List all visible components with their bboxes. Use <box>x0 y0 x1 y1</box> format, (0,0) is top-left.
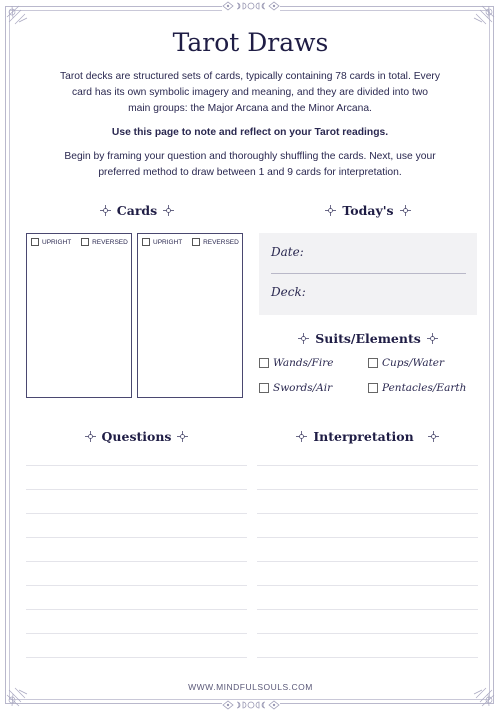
reversed-checkbox[interactable]: REVERSED <box>81 238 128 246</box>
todays-heading: Today's <box>259 203 477 218</box>
suit-checkbox-wands[interactable]: Wands/Fire <box>259 357 333 369</box>
sparkle-icon <box>296 431 308 442</box>
sparkle-icon <box>426 333 438 344</box>
writing-line[interactable] <box>257 537 478 538</box>
sparkle-icon <box>99 205 111 216</box>
interpretation-heading: Interpretation <box>257 429 478 444</box>
writing-line[interactable] <box>26 657 247 658</box>
writing-line[interactable] <box>257 657 478 658</box>
intro-paragraph: Begin by framing your question and thoro… <box>64 151 436 178</box>
sparkle-icon <box>163 205 175 216</box>
writing-line[interactable] <box>26 513 247 514</box>
writing-line[interactable] <box>26 633 247 634</box>
writing-line[interactable] <box>257 561 478 562</box>
moon-phases-ornament-top <box>222 1 280 11</box>
deck-field[interactable]: Deck: <box>271 285 306 299</box>
writing-line[interactable] <box>257 633 478 634</box>
writing-line[interactable] <box>257 609 478 610</box>
upright-checkbox[interactable]: UPRIGHT <box>142 238 182 246</box>
card-slot[interactable]: UPRIGHT REVERSED <box>26 233 132 398</box>
sparkle-icon <box>298 333 310 344</box>
writing-line[interactable] <box>26 537 247 538</box>
footer-url: WWW.MINDFULSOULS.COM <box>188 682 313 692</box>
divider <box>271 273 466 274</box>
writing-line[interactable] <box>257 585 478 586</box>
writing-line[interactable] <box>26 489 247 490</box>
writing-line[interactable] <box>257 513 478 514</box>
suits-heading: Suits/Elements <box>259 331 477 346</box>
writing-line[interactable] <box>26 465 247 466</box>
sparkle-icon <box>177 431 189 442</box>
sparkle-icon <box>427 431 439 442</box>
intro-paragraph: Tarot decks are structured sets of cards… <box>60 71 441 114</box>
todays-info-box: Date: Deck: <box>259 233 477 315</box>
writing-line[interactable] <box>257 465 478 466</box>
writing-line[interactable] <box>26 609 247 610</box>
page-title: Tarot Draws <box>172 28 329 57</box>
intro-text: Tarot decks are structured sets of cards… <box>60 69 440 189</box>
questions-heading: Questions <box>26 429 247 444</box>
upright-checkbox[interactable]: UPRIGHT <box>31 238 71 246</box>
writing-line[interactable] <box>26 585 247 586</box>
date-field[interactable]: Date: <box>271 245 304 259</box>
writing-line[interactable] <box>257 489 478 490</box>
reversed-checkbox[interactable]: REVERSED <box>192 238 239 246</box>
cards-heading: Cards <box>27 203 247 218</box>
writing-line[interactable] <box>26 561 247 562</box>
moon-phases-ornament-bottom <box>222 700 280 710</box>
suit-checkbox-swords[interactable]: Swords/Air <box>259 382 332 394</box>
suit-checkbox-cups[interactable]: Cups/Water <box>368 357 444 369</box>
suit-checkbox-pentacles[interactable]: Pentacles/Earth <box>368 382 466 394</box>
sparkle-icon <box>399 205 411 216</box>
intro-instruction: Use this page to note and reflect on you… <box>111 127 389 138</box>
sparkle-icon <box>84 431 96 442</box>
sparkle-icon <box>325 205 337 216</box>
card-slot[interactable]: UPRIGHT REVERSED <box>137 233 243 398</box>
